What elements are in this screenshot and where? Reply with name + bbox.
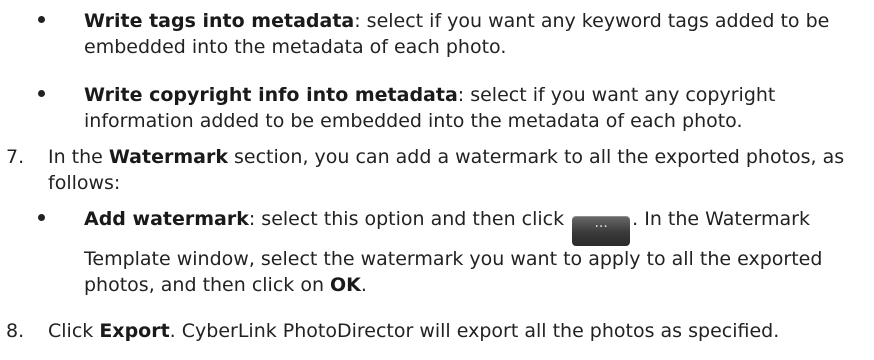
step-7: 7. In the Watermark section, you can add… — [6, 144, 858, 196]
step-text-rest: . CyberLink PhotoDirector will export al… — [169, 320, 780, 342]
bullet-add-watermark: Add watermark: select this option and th… — [84, 206, 864, 298]
option-description: : select this option and then click — [248, 208, 571, 230]
option-name: Write tags into metadata — [84, 10, 355, 32]
step-number: 7. — [6, 146, 25, 168]
section-name: Watermark — [108, 146, 228, 168]
bullet-dot — [34, 82, 48, 108]
more-options-button-icon: ··· — [572, 216, 631, 246]
bullet-write-tags: Write tags into metadata: select if you … — [84, 8, 864, 60]
bullet-write-copyright: Write copyright info into metadata: sele… — [84, 82, 864, 134]
option-name: Write copyright info into metadata — [84, 84, 458, 106]
step-text-pre: In the — [48, 146, 109, 168]
step-text-pre: Click — [48, 320, 100, 342]
step-8: 8. Click Export. CyberLink PhotoDirector… — [6, 318, 858, 344]
sentence-end: . — [360, 274, 367, 296]
step-number: 8. — [6, 320, 25, 342]
document-page: Write tags into metadata: select if you … — [0, 0, 874, 360]
bullet-dot — [34, 8, 48, 34]
button-name: Export — [99, 320, 170, 342]
bullet-dot — [34, 206, 48, 232]
ok-label: OK — [330, 274, 361, 296]
option-name: Add watermark — [84, 208, 249, 230]
